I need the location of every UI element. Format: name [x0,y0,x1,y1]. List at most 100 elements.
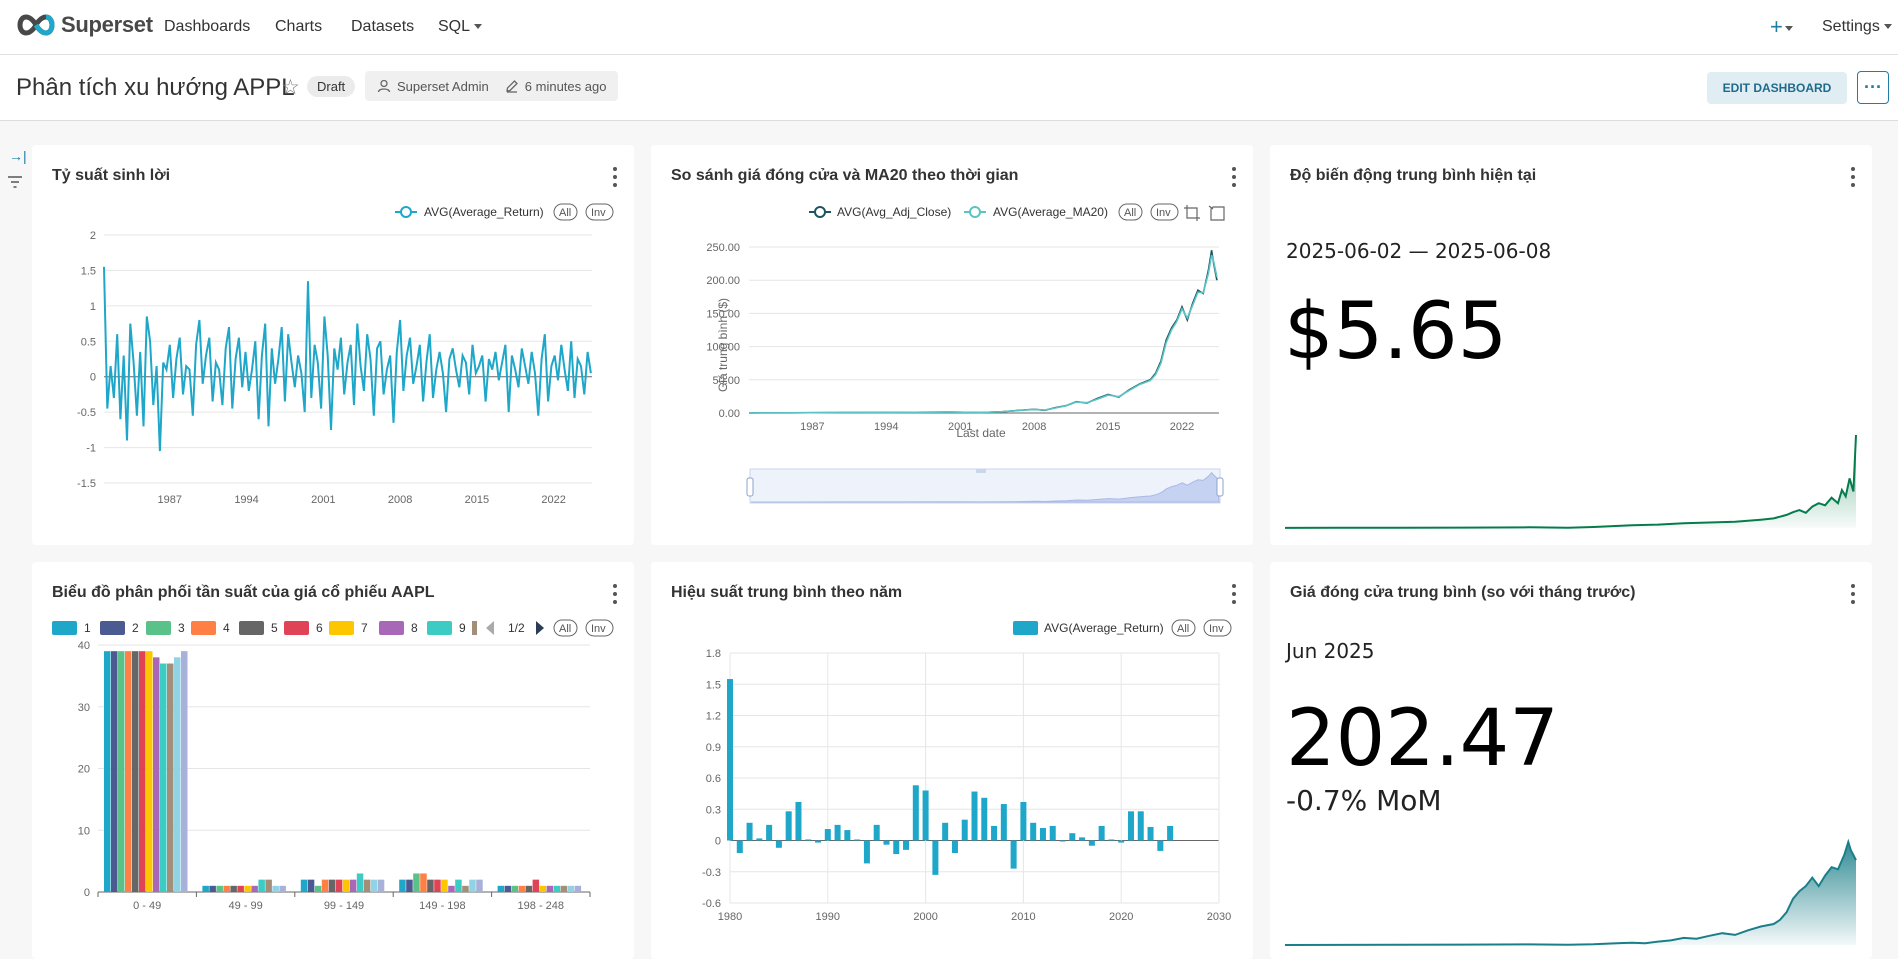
year-bar [971,791,978,841]
y-axis-title: Giá trung bình ($) [716,298,730,392]
legend-label: 1 [84,621,91,635]
legend[interactable]: 1 2 3 4 5 6 7 8 9 1/2 All Inv [52,619,614,637]
year-bar [1108,839,1115,841]
legend-inv-label: Inv [1156,207,1171,219]
legend-all-label: All [1177,623,1189,635]
nav-dashboards[interactable]: Dashboards [164,18,250,36]
expand-filters-icon[interactable]: →| [9,148,27,164]
zoom-right-handle[interactable] [1216,477,1224,497]
histogram-bar [216,885,223,892]
histogram-bar [111,651,118,892]
legend-label: 7 [361,621,368,635]
y-tick-label: 0.6 [706,773,721,785]
zoom-left-handle[interactable] [746,477,754,497]
draft-badge[interactable]: Draft [307,76,356,97]
legend-all-label: All [1124,207,1136,219]
legend-label: 5 [271,621,278,635]
year-bar [785,811,792,841]
histogram-bar [125,651,132,892]
settings-menu[interactable]: Settings [1822,18,1892,36]
y-tick-label: 30 [78,702,90,714]
dashboard-metadata: Superset Admin 6 minutes ago [365,71,619,101]
favorite-star-icon[interactable]: ☆ [281,75,300,100]
x-tick-label: 99 - 149 [324,900,364,912]
legend[interactable]: AVG(Avg_Adj_Close) AVG(Average_MA20) All… [809,203,1179,221]
year-bar [903,840,910,850]
year-bar [932,840,939,875]
zoom-reset-icon[interactable] [1208,205,1225,221]
legend-marker [52,621,77,635]
y-tick-label: 0 [84,887,90,899]
year-bar [1000,804,1007,841]
histogram-bar [441,879,448,892]
legend-prev-page-icon[interactable] [486,621,494,635]
zoom-move-handle[interactable] [976,469,986,473]
histogram-bar [377,879,385,892]
legend-all-label: All [559,207,571,219]
y-tick-label: -1.5 [77,478,96,490]
histogram-bar [420,873,427,892]
bars [727,679,1174,875]
dashboard-title[interactable]: Phân tích xu hướng APPL [16,74,295,102]
edit-dashboard-button[interactable]: EDIT DASHBOARD [1707,72,1847,104]
chart-card-avg-close: Giá đóng cửa trung bình (so với tháng tr… [1270,562,1872,959]
trendline-fill [1285,842,1856,945]
series-line [103,266,592,452]
nav-sql[interactable]: SQL [438,18,483,36]
filter-icon[interactable] [8,175,22,193]
nav-datasets[interactable]: Datasets [351,18,414,36]
year-bar [815,840,822,843]
legend-label: 8 [411,621,418,635]
legend-label: AVG(Avg_Adj_Close) [837,205,951,219]
legend[interactable]: AVG(Average_Return) All Inv [1013,619,1232,637]
settings-label: Settings [1822,18,1880,35]
histogram-bar [272,885,279,892]
year-bar [1039,828,1046,841]
data-zoom-slider[interactable] [746,468,1224,504]
year-bar [1049,825,1056,841]
trendline-line [1284,434,1857,529]
histogram-bar [356,873,364,892]
year-bar [1127,811,1134,841]
histogram-bar [518,885,526,892]
more-actions-button[interactable]: ··· [1857,71,1889,104]
new-item-button[interactable]: + [1770,14,1793,40]
year-bar [1020,801,1027,841]
year-bar [1010,840,1017,869]
year-bar [854,839,861,841]
year-bar [1079,837,1086,841]
y-tick-label: 0 [715,836,721,848]
histogram-bar [504,885,512,892]
x-tick-label: 2001 [311,494,335,506]
legend-next-page-icon[interactable] [536,621,544,635]
legend-marker [379,621,404,635]
histogram-bar [300,879,308,892]
histogram-bar [427,879,434,892]
year-bar [1167,825,1174,841]
histogram-bar [349,879,357,892]
y-axis: 1.8 1.5 1.2 0.9 0.6 0.3 0 -0.3 -0.6 [702,648,721,910]
histogram-bar [342,879,350,892]
year-bar [1098,825,1105,841]
legend[interactable]: AVG(Average_Return) All Inv [395,203,614,221]
year-bar [1069,833,1076,841]
nav-charts[interactable]: Charts [275,18,322,36]
x-tick-label: 2022 [1170,421,1194,433]
zoom-select-icon[interactable] [1184,205,1200,221]
legend-label: 9 [459,621,466,635]
superset-logo[interactable]: Superset [15,12,153,38]
histogram-bar [462,885,469,892]
chart-card-histogram: Biểu đồ phân phối tần suất của giá cổ ph… [32,562,634,959]
zoom-toolbox[interactable] [1184,205,1225,221]
year-bar [1059,840,1066,842]
histogram-bar [511,885,519,892]
x-tick-label: 1994 [234,494,258,506]
year-bar [883,840,890,845]
histogram-bar [237,885,244,892]
legend-inv-label: Inv [591,207,606,219]
legend-page-indicator: 1/2 [508,621,525,635]
legend-marker [969,206,981,218]
brand-name: Superset [61,12,153,37]
y-tick-label: 1.5 [706,679,721,691]
legend-marker [284,621,309,635]
